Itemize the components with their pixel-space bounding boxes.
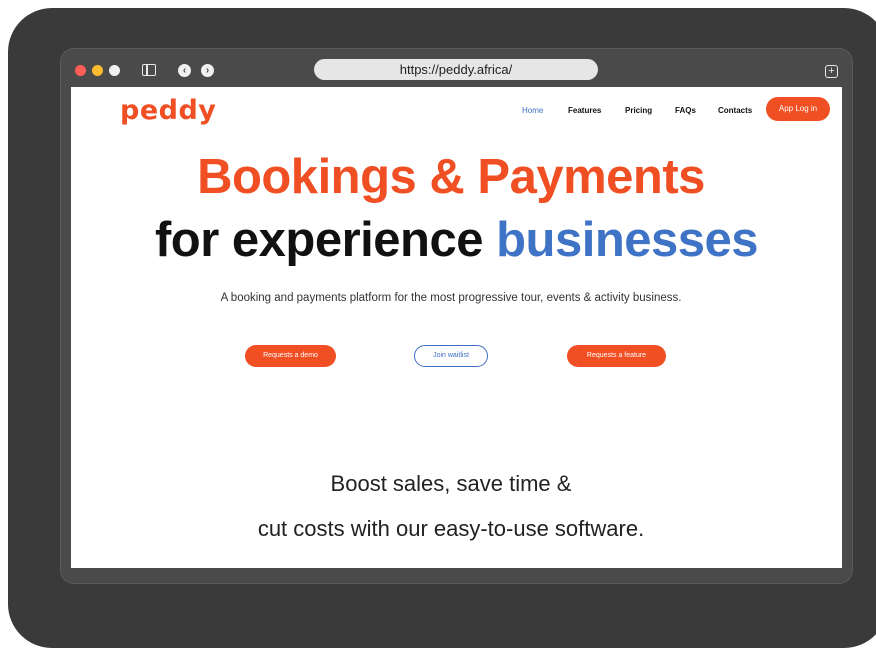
nav-home-link[interactable]: Home	[522, 106, 543, 115]
maximize-window-button[interactable]	[109, 65, 120, 76]
nav-pricing-link[interactable]: Pricing	[625, 106, 652, 115]
hero-line2-accent: businesses	[496, 213, 759, 267]
close-window-button[interactable]	[75, 65, 86, 76]
request-feature-button[interactable]: Requests a feature	[567, 345, 666, 367]
new-tab-icon[interactable]: +	[825, 65, 838, 78]
chevron-right-icon[interactable]: ›	[201, 64, 214, 77]
address-bar[interactable]: https://peddy.africa/	[314, 59, 598, 80]
hero-tagline: A booking and payments platform for the …	[220, 292, 682, 304]
request-demo-button[interactable]: Requests a demo	[245, 345, 336, 367]
device-frame: ‹ › https://peddy.africa/ + peddy Home F…	[8, 8, 876, 648]
hero-headline-line1: Bookings & Payments	[197, 150, 705, 204]
web-page: peddy Home Features Pricing FAQs Contact…	[71, 87, 842, 568]
nav-contacts-link[interactable]: Contacts	[718, 106, 752, 115]
browser-window: ‹ › https://peddy.africa/ + peddy Home F…	[60, 48, 853, 584]
nav-faqs-link[interactable]: FAQs	[675, 106, 696, 115]
sidebar-toggle-icon[interactable]	[142, 64, 156, 76]
browser-titlebar: ‹ › https://peddy.africa/ +	[60, 48, 853, 88]
peddy-logo[interactable]: peddy	[120, 95, 216, 126]
section-heading-line1: Boost sales, save time &	[330, 471, 572, 496]
app-login-button[interactable]: App Log in	[766, 97, 830, 121]
hero-line2-prefix: for experience	[154, 213, 497, 267]
join-waitlist-button[interactable]: Join waitlist	[414, 345, 488, 367]
hero-headline-line2: for experience businesses	[71, 212, 842, 268]
minimize-window-button[interactable]	[92, 65, 103, 76]
chevron-left-icon[interactable]: ‹	[178, 64, 191, 77]
section-heading-line2: cut costs with our easy-to-use software.	[257, 516, 645, 541]
nav-features-link[interactable]: Features	[568, 106, 601, 115]
